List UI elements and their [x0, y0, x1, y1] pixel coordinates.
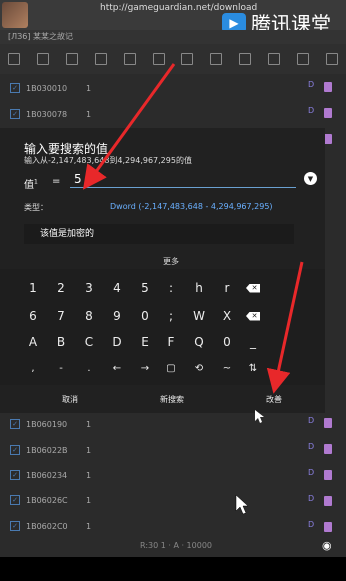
key[interactable]: 7 — [48, 305, 74, 327]
trash-icon[interactable] — [324, 496, 332, 506]
app-icon[interactable] — [2, 2, 28, 28]
key[interactable]: - — [48, 357, 74, 379]
value-label-sup: 1 — [34, 178, 38, 186]
key[interactable]: A — [20, 331, 46, 353]
key[interactable]: 0 — [214, 331, 240, 353]
encrypted-checkbox[interactable]: 该值是加密的 — [24, 224, 294, 244]
edit-icon[interactable] — [37, 53, 50, 65]
key[interactable]: 3 — [76, 277, 102, 299]
key[interactable]: X — [214, 305, 240, 327]
key[interactable]: 5 — [132, 277, 158, 299]
check-icon[interactable]: ✓ — [10, 83, 20, 93]
trash-icon[interactable] — [324, 418, 332, 428]
history-key[interactable]: ⟲ — [186, 357, 212, 379]
key[interactable]: , — [20, 357, 46, 379]
key[interactable]: 2 — [48, 277, 74, 299]
table-row[interactable]: ✓ 1B060190 1 — [0, 412, 300, 436]
top-bar: http://gameguardian.net/download ▶ 腾讯课堂 — [0, 0, 346, 36]
table-row[interactable]: ✓ 1B030078 1 — [0, 102, 300, 126]
key[interactable]: E — [132, 331, 158, 353]
disk-icon[interactable] — [94, 53, 107, 65]
trash-icon[interactable] — [324, 470, 332, 480]
trash-icon[interactable] — [324, 82, 332, 92]
right-arrow-key[interactable]: → — [132, 357, 158, 379]
backspace-icon: ✕ — [246, 283, 260, 293]
check-icon[interactable]: ✓ — [10, 445, 20, 455]
undo-icon[interactable] — [123, 53, 136, 65]
key[interactable]: . — [76, 357, 102, 379]
check-icon[interactable]: ✓ — [10, 419, 20, 429]
key[interactable]: 4 — [104, 277, 130, 299]
key[interactable]: C — [76, 331, 102, 353]
equals-sign: = — [52, 176, 61, 187]
check-icon[interactable]: ✓ — [10, 495, 20, 505]
dialog-actions: 取消 新搜索 改善 — [0, 386, 325, 413]
table-row[interactable]: ✓ 1B06022B 1 — [0, 438, 300, 462]
result-count: R:30 1 · A · 10000 — [140, 541, 212, 550]
backspace-key[interactable]: ✕ — [240, 277, 266, 299]
copy-icon[interactable] — [66, 53, 79, 65]
table-row[interactable]: ✓ 1B060234 1 — [0, 463, 300, 487]
key[interactable]: F — [158, 331, 184, 353]
cancel-button[interactable]: 取消 — [62, 394, 78, 405]
key[interactable]: 1 — [20, 277, 46, 299]
trash-icon[interactable] — [324, 108, 332, 118]
value-label: 值1 — [24, 178, 38, 191]
toolbar — [0, 44, 346, 74]
filter-icon[interactable] — [267, 53, 280, 65]
dialog-subtitle: 输入从-2,147,483,648到4,294,967,295的值 — [24, 156, 192, 165]
delete-icon[interactable] — [210, 53, 223, 65]
key[interactable]: Q — [186, 331, 212, 353]
check-icon[interactable]: ✓ — [10, 470, 20, 480]
keypad: 1 2 3 4 5 : h r ✕ 6 7 8 9 0 ; W X ✕ A B … — [0, 269, 325, 385]
check-icon[interactable]: ✓ — [10, 109, 20, 119]
left-arrow-key[interactable]: ← — [104, 357, 130, 379]
key[interactable]: r — [214, 277, 240, 299]
type-select[interactable]: Dword (-2,147,483,648 - 4,294,967,295) — [110, 202, 273, 211]
trash-icon[interactable] — [152, 53, 165, 65]
key[interactable]: h — [186, 277, 212, 299]
key[interactable]: 6 — [20, 305, 46, 327]
eye-icon[interactable]: ◉ — [322, 539, 332, 552]
key[interactable]: ; — [158, 305, 184, 327]
key[interactable]: D — [104, 331, 130, 353]
key[interactable]: 0 — [132, 305, 158, 327]
clear-icon: ✕ — [246, 311, 260, 321]
more-icon[interactable] — [325, 53, 338, 65]
status-bar: R:30 1 · A · 10000 ◉ — [0, 535, 346, 557]
pen-icon[interactable] — [181, 53, 194, 65]
search-dialog: 输入要搜索的值 输入从-2,147,483,648到4,294,967,295的… — [0, 128, 325, 413]
value-input[interactable] — [70, 170, 296, 188]
key[interactable]: : — [158, 277, 184, 299]
zoom-icon[interactable] — [296, 53, 309, 65]
key[interactable]: B — [48, 331, 74, 353]
key[interactable]: 9 — [104, 305, 130, 327]
swap-key[interactable]: ⇅ — [240, 357, 266, 379]
modify-button[interactable]: 改善 — [266, 394, 282, 405]
key[interactable]: W — [186, 305, 212, 327]
key[interactable]: ~ — [214, 357, 240, 379]
table-row[interactable]: ✓ 1B030010 1 — [0, 76, 300, 100]
new-search-button[interactable]: 新搜索 — [160, 394, 184, 405]
clear-key[interactable]: ✕ — [240, 305, 266, 327]
trash-icon[interactable] — [324, 444, 332, 454]
search-icon[interactable] — [239, 53, 252, 65]
check-icon[interactable]: ✓ — [10, 521, 20, 531]
more-button[interactable]: 更多 — [163, 256, 179, 267]
select-key[interactable]: ▢ — [158, 357, 184, 379]
trash-icon[interactable] — [324, 522, 332, 532]
trash-icon[interactable] — [324, 134, 332, 144]
table-row[interactable]: ✓ 1B06026C 1 — [0, 488, 300, 512]
type-label: 类型： — [24, 203, 48, 212]
breadcrumb: [ЛЗ6] 某某之故记 — [0, 30, 346, 44]
save-icon[interactable] — [8, 53, 21, 65]
key[interactable]: _ — [240, 331, 266, 353]
chevron-down-icon[interactable]: ▼ — [304, 172, 317, 185]
key[interactable]: 8 — [76, 305, 102, 327]
